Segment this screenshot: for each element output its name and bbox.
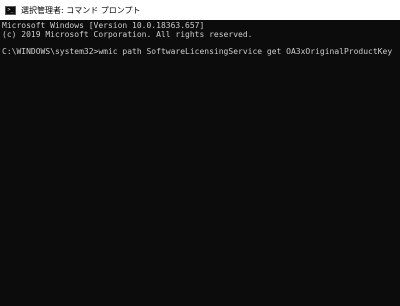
command-prompt-icon: >_	[5, 5, 16, 15]
window-title: 選択管理者: コマンド プロンプト	[21, 5, 141, 15]
copyright-line: (c) 2019 Microsoft Corporation. All righ…	[2, 30, 253, 39]
version-line: Microsoft Windows [Version 10.0.18363.65…	[2, 22, 205, 30]
command-line[interactable]: C:\WINDOWS\system32>wmic path SoftwareLi…	[2, 48, 400, 57]
console-output-area[interactable]: Microsoft Windows [Version 10.0.18363.65…	[0, 20, 400, 306]
title-bar[interactable]: >_ 選択管理者: コマンド プロンプト	[0, 0, 400, 20]
command-prompt-window: >_ 選択管理者: コマンド プロンプト Microsoft Windows […	[0, 0, 400, 306]
